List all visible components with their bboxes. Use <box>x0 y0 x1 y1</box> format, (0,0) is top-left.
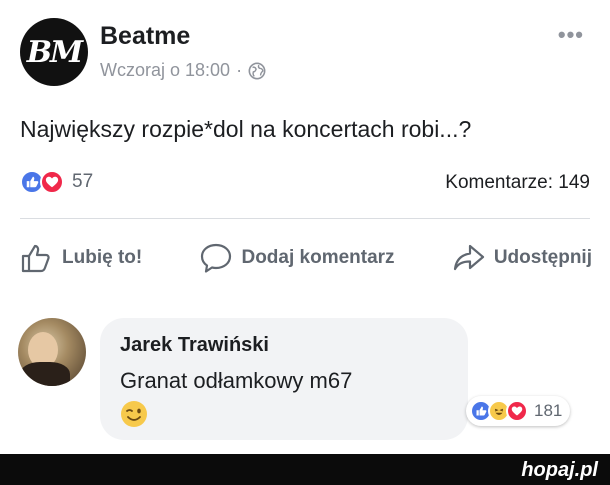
commenter-avatar[interactable] <box>18 318 86 386</box>
post-actions-bar: Lubię to! Dodaj komentarz Udostępnij <box>14 240 598 276</box>
logo-text: BM <box>26 34 84 70</box>
thumbs-up-icon <box>21 244 50 273</box>
reactions-count: 57 <box>72 171 94 192</box>
love-icon <box>506 400 528 422</box>
watermark: hopaj.pl <box>521 459 598 481</box>
comments-count[interactable]: Komentarze: 149 <box>445 172 590 194</box>
post-timestamp[interactable]: Wczoraj o 18:00 <box>100 60 230 81</box>
more-icon[interactable]: ••• <box>558 22 584 48</box>
comment-label: Dodaj komentarz <box>241 247 395 268</box>
post-text: Największy rozpie*dol na koncertach robi… <box>20 116 472 142</box>
footer-bar: hopaj.pl <box>0 454 610 485</box>
post-meta: Wczoraj o 18:00 · <box>100 60 266 81</box>
share-icon <box>453 244 484 271</box>
like-label: Lubię to! <box>62 247 143 268</box>
share-label: Udostępnij <box>493 247 592 268</box>
globe-icon <box>248 62 266 79</box>
comment-button[interactable]: Dodaj komentarz <box>193 240 400 276</box>
post-header: BM Beatme Wczoraj o 18:00 · ••• <box>20 18 590 90</box>
avatar-shoulder <box>20 362 70 386</box>
comment-text: Granat odłamkowy m67 <box>120 368 353 393</box>
comment-author[interactable]: Jarek Trawiński <box>120 334 269 357</box>
comment-bubble: Jarek Trawiński Granat odłamkowy m67 <box>100 318 468 440</box>
love-icon <box>40 170 64 194</box>
comment-reactions-count: 181 <box>534 401 563 420</box>
wink-emoji <box>121 401 147 427</box>
comment-reactions[interactable]: 181 <box>466 396 571 426</box>
comment-icon <box>201 243 232 273</box>
page-name[interactable]: Beatme <box>100 22 190 51</box>
page-avatar-logo[interactable]: BM <box>20 18 88 86</box>
share-button[interactable]: Udostępnij <box>446 240 598 276</box>
post-reactions[interactable]: 57 <box>20 170 93 194</box>
meta-separator: · <box>236 60 243 80</box>
actions-divider <box>20 218 590 219</box>
like-button[interactable]: Lubię to! <box>14 240 148 276</box>
post-stats: 57 Komentarze: 149 <box>20 170 590 198</box>
